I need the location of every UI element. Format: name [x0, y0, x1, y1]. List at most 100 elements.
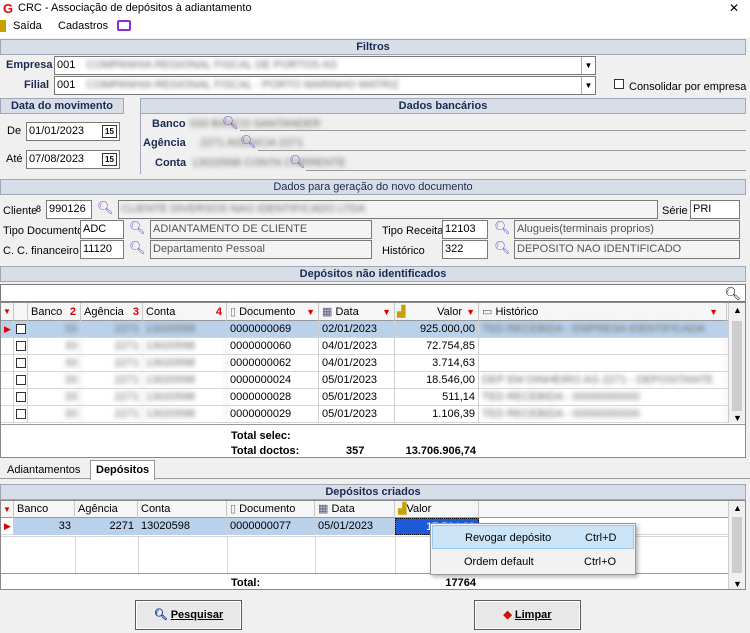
scroll-down-icon[interactable]: ▼	[733, 579, 742, 589]
criados-total-value: 17764	[445, 577, 476, 589]
col-documento[interactable]: ▯ Documento	[227, 501, 315, 518]
pesquisar-label: Pesquisar	[170, 609, 224, 621]
cell-valor: 1.106,39	[395, 406, 479, 423]
cell-data: 04/01/2023	[319, 355, 395, 372]
col-historico[interactable]: ▭ Histórico ▼	[479, 303, 727, 321]
total-doctos-count: 357	[346, 445, 365, 457]
menu-saida[interactable]: Saída	[13, 20, 42, 32]
table-row[interactable]: 33 2271 13020598 0000000060 04/01/2023 72.754…	[1, 338, 745, 355]
scroll-thumb[interactable]	[732, 517, 742, 573]
row-checkbox[interactable]	[16, 392, 26, 402]
de-date-input[interactable]: 01/01/2023 15	[26, 122, 120, 141]
grid-scrollbar[interactable]: ▲ ▼	[728, 303, 745, 423]
banco-label: Banco	[152, 118, 186, 130]
col-valor[interactable]: ▟Valor	[395, 501, 479, 518]
agencia-label: Agência	[143, 137, 186, 149]
menu-item-revogar[interactable]: Revogar depósito Ctrl+D	[432, 525, 634, 549]
col-conta[interactable]: Conta 4	[143, 303, 227, 321]
cell-documento: 0000000024	[227, 372, 319, 389]
monitor-icon[interactable]	[117, 20, 131, 31]
chevron-down-icon[interactable]: ▼	[581, 57, 595, 74]
calendar-icon[interactable]: 15	[102, 125, 117, 138]
pesquisar-button[interactable]: 🔍︎ Pesquisar	[135, 600, 242, 630]
grid-search-input[interactable]: 🔍︎	[0, 284, 746, 302]
col-data[interactable]: ▦ Data	[315, 501, 395, 518]
document-icon: ▯	[230, 503, 240, 515]
row-checkbox[interactable]	[16, 341, 26, 351]
search-icon[interactable]: 🔍︎	[129, 241, 146, 254]
search-icon[interactable]: 🔍︎	[129, 221, 146, 234]
table-row[interactable]: 33 2271 13020598 0000000028 05/01/2023 511,14…	[1, 389, 745, 406]
search-icon[interactable]: 🔍︎	[494, 241, 511, 254]
col-documento[interactable]: ▯ Documento ▼	[227, 303, 319, 321]
dados-bancarios-header: Dados bancários	[140, 98, 746, 114]
tipo-receita-input[interactable]: 12103	[442, 220, 488, 239]
cc-input[interactable]: 11120	[80, 240, 124, 259]
search-icon[interactable]: 🔍︎	[724, 285, 741, 301]
cell-documento: 0000000029	[227, 406, 319, 423]
col-banco[interactable]: Banco	[14, 501, 75, 518]
col-conta[interactable]: Conta	[138, 501, 227, 518]
depositos-rows: ▶ 33 2271 13020598 0000000069 02/01/2023 925.0…	[1, 321, 745, 423]
search-icon[interactable]: 🔍︎	[494, 221, 511, 234]
tipo-doc-input[interactable]: ADC	[80, 220, 124, 239]
filial-select[interactable]: 001 COMPANHIA REGIONAL FISCAL - PORTO MA…	[54, 76, 596, 95]
scroll-up-icon[interactable]: ▲	[733, 503, 742, 513]
row-checkbox[interactable]	[16, 375, 26, 385]
row-checkbox-cell	[14, 338, 28, 355]
col-agencia[interactable]: Agência	[75, 501, 138, 518]
serie-label: Série	[662, 205, 688, 217]
filter-icon[interactable]: ▼	[466, 303, 475, 321]
criados-scrollbar[interactable]: ▲ ▼	[728, 501, 745, 589]
tipo-receita-desc: Alugueis(terminais proprios)	[514, 220, 740, 239]
empresa-select[interactable]: 001 COMPANHIA REGIONAL FISCAL DE PORTOS …	[54, 56, 596, 75]
novo-doc-header: Dados para geração do novo documento	[0, 179, 746, 195]
scroll-down-icon[interactable]: ▼	[733, 413, 742, 423]
col-valor[interactable]: ▟ Valor ▼	[395, 303, 479, 321]
ate-date-input[interactable]: 07/08/2023 15	[26, 150, 120, 169]
grid-v-line	[75, 537, 76, 574]
consolidar-checkbox[interactable]	[614, 79, 624, 89]
table-row[interactable]: 33 2271 13020598 0000000029 05/01/2023 1.106,…	[1, 406, 745, 423]
table-row[interactable]: 33 2271 13020598 0000000062 04/01/2023 3.714,…	[1, 355, 745, 372]
cell-conta: 13020598	[143, 321, 227, 338]
row-checkbox[interactable]	[16, 358, 26, 368]
serie-input[interactable]: PRI	[690, 200, 740, 219]
calendar-icon[interactable]: 15	[102, 153, 117, 166]
cliente-input[interactable]: 990126	[46, 200, 92, 219]
filter-icon[interactable]: ▼	[709, 303, 718, 321]
menu-item-ordem-shortcut: Ctrl+O	[584, 556, 617, 568]
total-doctos-valor: 13.706.906,74	[405, 445, 476, 457]
col-data[interactable]: ▦ Data ▼	[319, 303, 395, 321]
search-icon[interactable]: 🔍︎	[240, 135, 257, 148]
exit-icon	[0, 20, 6, 32]
row-checkbox[interactable]	[16, 409, 26, 419]
search-icon[interactable]: 🔍︎	[289, 155, 306, 168]
col-agencia[interactable]: Agência 3	[81, 303, 143, 321]
filter-icon[interactable]: ▼	[306, 303, 315, 321]
calendar-icon: ▦	[318, 503, 332, 515]
col-banco[interactable]: Banco 2	[28, 303, 81, 321]
historico-input[interactable]: 322	[442, 240, 488, 259]
tab-adiantamentos[interactable]: Adiantamentos	[2, 461, 85, 480]
limpar-button[interactable]: ◆ Limpar	[474, 600, 581, 630]
row-checkbox[interactable]	[16, 324, 26, 334]
table-row[interactable]: ▶ 33 2271 13020598 0000000069 02/01/2023 925.0…	[1, 321, 745, 338]
cell-banco: 33	[28, 321, 81, 338]
filter-icon[interactable]: ▼	[382, 303, 391, 321]
chevron-down-icon[interactable]: ▼	[581, 77, 595, 94]
table-row[interactable]: 33 2271 13020598 0000000024 05/01/2023 18.546…	[1, 372, 745, 389]
menu-cadastros[interactable]: Cadastros	[58, 20, 108, 32]
context-menu: Revogar depósito Ctrl+D Ordem default Ct…	[430, 523, 636, 575]
search-icon[interactable]: 🔍︎	[222, 116, 239, 129]
close-icon[interactable]: ✕	[729, 1, 739, 15]
cell-agencia: 2271	[75, 518, 138, 535]
search-icon[interactable]: 🔍︎	[97, 201, 114, 214]
cell-historico: TED RECEBIDA - 00000000000	[479, 389, 727, 406]
row-indicator-header: ▼	[1, 501, 14, 518]
tab-depositos[interactable]: Depósitos	[90, 460, 156, 480]
scroll-thumb[interactable]	[732, 321, 742, 411]
menu-item-ordem-default[interactable]: Ordem default Ctrl+O	[432, 550, 634, 574]
scroll-up-icon[interactable]: ▲	[733, 305, 742, 315]
criados-total-label: Total:	[231, 577, 261, 589]
